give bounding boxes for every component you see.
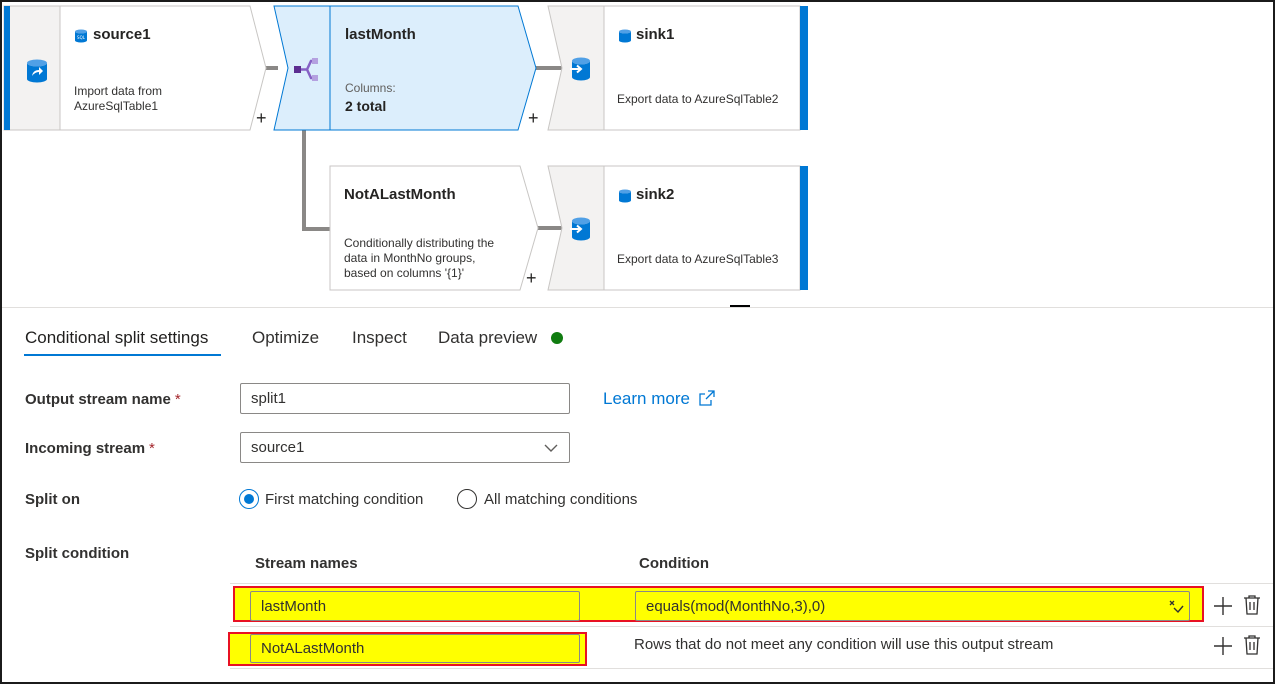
condition-value-row1: equals(mod(MonthNo,3),0) [646,597,826,615]
delete-condition-icon[interactable] [1242,634,1262,656]
connector-split-branch-vertical [302,130,306,230]
stream-name-value-row2: NotALastMonth [261,640,365,657]
split-on-label: Split on [25,491,80,508]
node-source1-description: Import data from AzureSqlTable1 [74,84,162,114]
external-link-icon [699,390,715,406]
add-condition-icon[interactable] [1213,635,1233,657]
output-stream-label: Output stream name * [25,391,181,408]
sink-database-icon [570,217,590,241]
clear-and-chevron-icon[interactable] [1167,598,1185,616]
condition-expression-input-row1[interactable]: equals(mod(MonthNo,3),0) [635,591,1190,621]
node-lastmonth[interactable]: lastMonth Columns: 2 total [273,5,539,132]
required-marker: * [174,391,181,408]
node-lastmonth-columns-value: 2 total [345,98,387,114]
table-header-divider [230,583,1273,584]
add-transform-button[interactable]: + [256,109,267,127]
node-sink2[interactable]: sink2 Export data to AzureSqlTable3 [547,165,810,292]
window-frame: SQL source1 Import data from AzureSqlTab… [0,0,1275,684]
dataflow-canvas[interactable]: SQL source1 Import data from AzureSqlTab… [2,2,1273,307]
incoming-stream-label: Incoming stream * [25,440,155,457]
node-notalastmonth-desc-line3: based on columns '{1}' [344,266,464,280]
stream-name-input-row1[interactable]: lastMonth [250,591,580,621]
active-tab-indicator [24,354,221,356]
node-lastmonth-title: lastMonth [345,26,416,43]
node-source1-desc-line2: AzureSqlTable1 [74,99,159,113]
add-condition-icon[interactable] [1213,595,1233,617]
node-sink2-title: sink2 [636,186,675,203]
incoming-stream-dropdown[interactable]: source1 [240,432,570,463]
split-condition-label: Split condition [25,545,130,562]
node-notalastmonth-title: NotALastMonth [344,186,456,203]
incoming-stream-value: source1 [251,439,305,456]
all-matching-conditions-label[interactable]: All matching conditions [484,491,637,508]
tab-optimize[interactable]: Optimize [252,328,319,348]
add-transform-button[interactable]: + [528,109,539,127]
node-source1-desc-line1: Import data from [74,84,163,98]
connector-split-branch-horizontal [302,227,332,231]
node-sink1-title: sink1 [636,26,675,43]
tab-conditional-split-settings[interactable]: Conditional split settings [25,328,208,348]
tab-inspect[interactable]: Inspect [352,328,407,348]
condition-header: Condition [639,555,709,572]
panel-separator [2,307,1273,308]
output-stream-label-text: Output stream name [25,391,171,408]
node-sink1-description: Export data to AzureSqlTable2 [617,92,779,106]
stream-name-input-row2[interactable]: NotALastMonth [250,634,580,663]
node-source1[interactable]: SQL source1 Import data from AzureSqlTab… [3,5,269,132]
add-transform-button[interactable]: + [526,269,537,287]
chevron-down-icon [544,444,558,452]
data-preview-status-dot [551,332,563,344]
table-row-divider [230,626,1273,627]
radio-all-matching-conditions[interactable] [457,489,477,509]
sql-icon [619,189,631,203]
node-notalastmonth-description: Conditionally distributing the data in M… [344,236,494,281]
node-sink1[interactable]: sink1 Export data to AzureSqlTable2 [547,5,810,132]
node-notalastmonth[interactable]: NotALastMonth Conditionally distributing… [329,165,540,292]
svg-text:SQL: SQL [77,35,86,40]
delete-condition-icon[interactable] [1242,594,1262,616]
first-matching-condition-label[interactable]: First matching condition [265,491,423,508]
incoming-stream-label-text: Incoming stream [25,440,146,457]
table-bottom-divider [230,668,1273,669]
learn-more-link[interactable]: Learn more [603,389,715,409]
sink-database-icon [570,57,590,81]
sql-icon: SQL [75,29,87,43]
output-stream-input[interactable]: split1 [240,383,570,414]
stream-name-value-row1: lastMonth [261,597,327,615]
radio-first-matching-condition[interactable] [239,489,259,509]
stream-names-header: Stream names [255,555,358,572]
learn-more-text: Learn more [603,389,690,408]
node-source1-title: source1 [93,26,151,43]
conditional-split-icon [294,58,318,81]
tab-data-preview[interactable]: Data preview [438,328,537,348]
node-notalastmonth-desc-line2: data in MonthNo groups, [344,251,476,265]
required-marker: * [149,440,155,457]
default-stream-note: Rows that do not meet any condition will… [634,636,1054,653]
output-stream-value: split1 [251,390,287,407]
source-database-icon [27,59,47,83]
node-sink2-description: Export data to AzureSqlTable3 [617,252,779,266]
node-notalastmonth-desc-line1: Conditionally distributing the [344,236,495,250]
sql-icon [619,29,631,43]
node-lastmonth-columns-label: Columns: [345,81,396,95]
